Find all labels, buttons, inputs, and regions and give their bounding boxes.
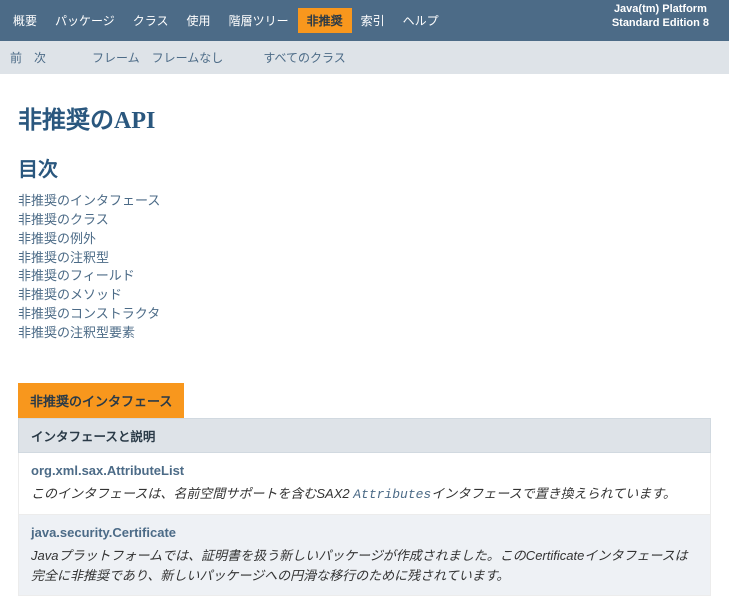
subnav-next[interactable]: 次	[28, 47, 52, 68]
platform-line1: Java(tm) Platform	[612, 2, 709, 16]
content: 非推奨のAPI 目次 非推奨のインタフェース 非推奨のクラス 非推奨の例外 非推…	[0, 74, 729, 608]
platform-info: Java(tm) Platform Standard Edition 8	[612, 2, 709, 31]
row-desc-text: このインタフェースは、名前空間サポートを含むSAX2	[31, 486, 353, 501]
subnav-prev[interactable]: 前	[4, 47, 28, 68]
toc-title: 目次	[18, 153, 711, 182]
toc-item[interactable]: 非推奨の注釈型要素	[18, 324, 711, 343]
nav-help[interactable]: ヘルプ	[394, 8, 448, 33]
subnav-allclasses[interactable]: すべてのクラス	[257, 47, 351, 68]
toc-item[interactable]: 非推奨の注釈型	[18, 249, 711, 268]
deprecated-interfaces-table: 非推奨のインタフェース インタフェースと説明 org.xml.sax.Attri…	[18, 383, 711, 597]
toc-item[interactable]: 非推奨のコンストラクタ	[18, 305, 711, 324]
toc-list: 非推奨のインタフェース 非推奨のクラス 非推奨の例外 非推奨の注釈型 非推奨のフ…	[18, 192, 711, 343]
subnav-noframes[interactable]: フレームなし	[146, 47, 230, 68]
toc-item[interactable]: 非推奨のメソッド	[18, 286, 711, 305]
table-subheader: インタフェースと説明	[18, 418, 711, 453]
nav-tree[interactable]: 階層ツリー	[220, 8, 298, 33]
row-class-link[interactable]: java.security.Certificate	[31, 525, 698, 540]
table-row: java.security.Certificate Javaプラットフォームでは…	[18, 515, 711, 596]
toc-item[interactable]: 非推奨のクラス	[18, 211, 711, 230]
toc-item[interactable]: 非推奨の例外	[18, 230, 711, 249]
nav-use[interactable]: 使用	[178, 8, 220, 33]
platform-line2: Standard Edition 8	[612, 16, 709, 30]
nav-package[interactable]: パッケージ	[46, 8, 124, 33]
top-nav: 概要 パッケージ クラス 使用 階層ツリー 非推奨 索引 ヘルプ Java(tm…	[0, 0, 729, 41]
toc-item[interactable]: 非推奨のフィールド	[18, 267, 711, 286]
row-class-link[interactable]: org.xml.sax.AttributeList	[31, 463, 698, 478]
row-desc-text: インタフェースで置き換えられています。	[431, 486, 676, 501]
table-header: 非推奨のインタフェース	[18, 383, 184, 418]
nav-index[interactable]: 索引	[352, 8, 394, 33]
row-description: このインタフェースは、名前空間サポートを含むSAX2 Attributesインタ…	[31, 484, 698, 505]
page-title: 非推奨のAPI	[18, 100, 711, 135]
row-desc-link[interactable]: Attributes	[353, 487, 431, 502]
table-row: org.xml.sax.AttributeList このインタフェースは、名前空…	[18, 453, 711, 516]
nav-items: 概要 パッケージ クラス 使用 階層ツリー 非推奨 索引 ヘルプ	[0, 0, 448, 41]
row-description: Javaプラットフォームでは、証明書を扱う新しいパッケージが作成されました。この…	[31, 546, 698, 585]
row-desc-text: Javaプラットフォームでは、証明書を扱う新しいパッケージが作成されました。この…	[31, 548, 688, 583]
sub-nav: 前 次 フレーム フレームなし すべてのクラス	[0, 41, 729, 74]
nav-overview[interactable]: 概要	[4, 8, 46, 33]
nav-deprecated[interactable]: 非推奨	[298, 8, 352, 33]
nav-class[interactable]: クラス	[124, 8, 178, 33]
subnav-frames[interactable]: フレーム	[86, 47, 146, 68]
toc-item[interactable]: 非推奨のインタフェース	[18, 192, 711, 211]
